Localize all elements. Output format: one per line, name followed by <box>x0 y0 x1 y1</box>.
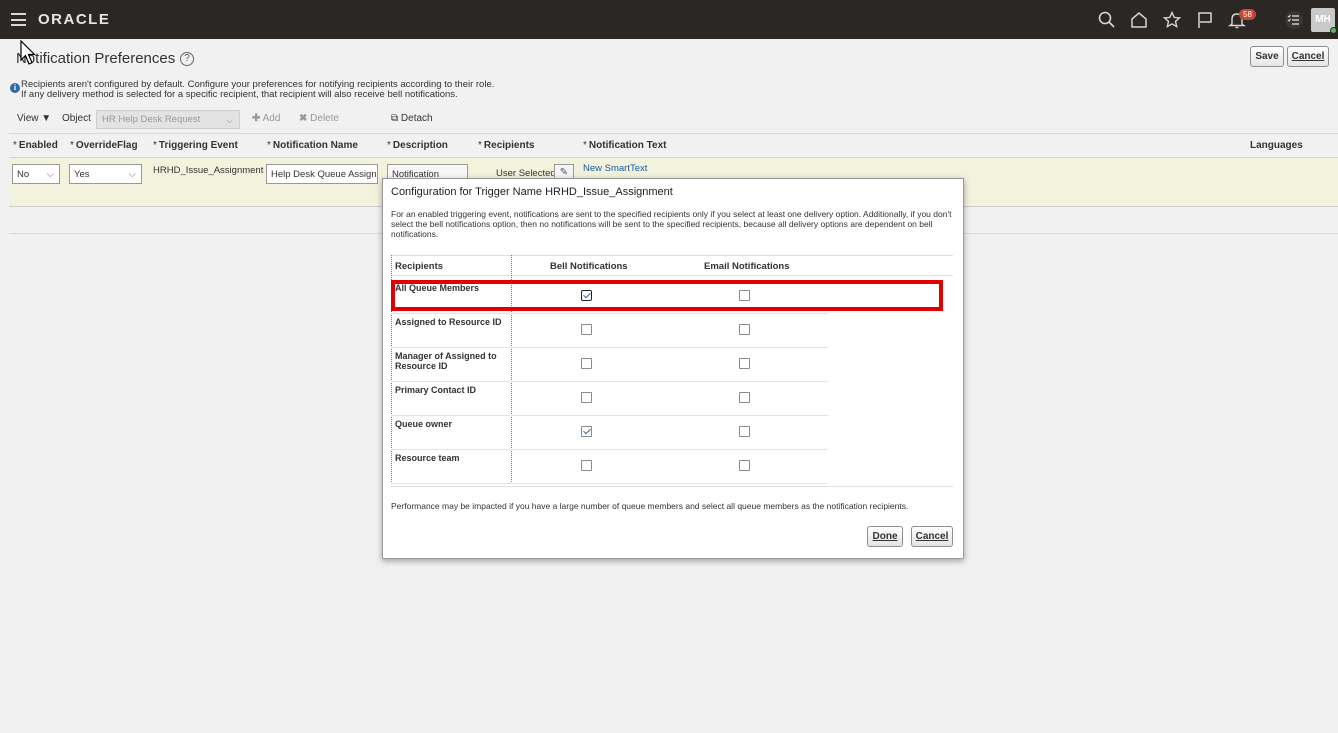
add-button-label: Add <box>262 113 281 124</box>
object-select[interactable]: HR Help Desk Request ⌵ <box>96 110 240 129</box>
email-checkbox-assigned-to-resource-id[interactable] <box>739 324 750 335</box>
col-header-bell-notifications: Bell Notifications <box>550 261 628 272</box>
override-flag-select-value: Yes <box>74 169 90 180</box>
hamburger-menu-icon[interactable] <box>11 13 26 26</box>
task-list-icon[interactable] <box>1284 10 1304 30</box>
col-header-email-notifications: Email Notifications <box>704 261 790 272</box>
mouse-pointer-icon <box>20 40 36 65</box>
delete-x-icon: ✖ <box>299 113 308 124</box>
col-header-description-text: Description <box>392 140 448 151</box>
detach-button[interactable]: ⧉ Detach <box>391 113 433 124</box>
col-header-notification-text: * Notification Text <box>583 140 667 151</box>
email-checkbox-primary-contact-id[interactable] <box>739 392 750 403</box>
col-header-notification-name: * Notification Name <box>267 140 358 151</box>
email-checkbox-queue-owner[interactable] <box>739 426 750 437</box>
col-header-recipients-text: Recipients <box>483 140 535 151</box>
notification-name-input[interactable]: Help Desk Queue Assignm <box>266 164 378 184</box>
search-icon[interactable] <box>1097 10 1117 30</box>
object-select-value: HR Help Desk Request <box>102 114 201 125</box>
col-header-recipients-dialog: Recipients <box>395 261 444 272</box>
detach-button-label: Detach <box>400 113 433 124</box>
delete-button-label: Delete <box>310 113 340 124</box>
triggering-event-value: HRHD_Issue_Assignment <box>153 165 264 176</box>
detach-icon: ⧉ <box>391 113 399 124</box>
caret-down-icon: ▼ <box>41 113 52 124</box>
cancel-button[interactable]: Cancel <box>1287 46 1329 67</box>
trigger-configuration-dialog: Configuration for Trigger Name HRHD_Issu… <box>382 178 964 559</box>
col-header-languages: Languages <box>1250 140 1303 151</box>
avatar-initials: MH <box>1315 14 1331 25</box>
recipient-name: Manager of Assigned to Resource ID <box>395 351 497 371</box>
chevron-down-icon: ⌵ <box>226 115 233 125</box>
col-header-enabled-text: Enabled <box>18 140 58 151</box>
override-flag-select[interactable]: Yes ⌵ <box>69 164 142 184</box>
add-button[interactable]: ✚ Add <box>252 113 280 124</box>
info-text-line-2: If any delivery method is selected for a… <box>21 89 458 100</box>
view-menu[interactable]: View ▼ <box>17 113 51 124</box>
dialog-footer-divider <box>391 486 953 487</box>
col-header-recipients: * Recipients <box>478 140 535 151</box>
col-header-override-flag-text: OverrideFlag <box>75 140 138 151</box>
user-avatar[interactable]: MH <box>1311 8 1337 34</box>
dialog-description: For an enabled triggering event, notific… <box>391 209 952 239</box>
col-header-notification-text-text: Notification Text <box>588 140 667 151</box>
col-header-triggering-event-text: Triggering Event <box>158 140 238 151</box>
page-title: Notification Preferences <box>16 50 176 67</box>
flag-icon[interactable] <box>1195 10 1215 30</box>
dialog-cancel-button[interactable]: Cancel <box>911 526 953 547</box>
favorites-star-icon[interactable] <box>1162 10 1182 30</box>
notification-count-badge: 58 <box>1239 9 1256 20</box>
email-checkbox-manager-of-assigned[interactable] <box>739 358 750 369</box>
notification-text-link[interactable]: New SmartText <box>583 163 647 174</box>
delete-button[interactable]: ✖ Delete <box>299 113 339 124</box>
recipient-name: Primary Contact ID <box>395 385 477 395</box>
done-button[interactable]: Done <box>867 526 903 547</box>
col-header-notification-name-text: Notification Name <box>272 140 358 151</box>
home-icon[interactable] <box>1129 10 1149 30</box>
bell-checkbox-primary-contact-id[interactable] <box>581 392 592 403</box>
recipients-grid-header <box>391 255 953 276</box>
recipient-name: Queue owner <box>395 419 453 429</box>
view-menu-label: View <box>17 113 39 124</box>
dialog-title: Configuration for Trigger Name HRHD_Issu… <box>391 186 673 198</box>
bell-checkbox-queue-owner[interactable] <box>581 426 592 437</box>
col-header-override-flag: * OverrideFlag <box>70 140 138 151</box>
info-icon: i <box>10 83 20 93</box>
col-header-enabled: * Enabled <box>13 140 58 151</box>
bell-checkbox-manager-of-assigned[interactable] <box>581 358 592 369</box>
enabled-select-value: No <box>17 169 30 180</box>
online-status-dot <box>1330 27 1337 34</box>
bell-checkbox-assigned-to-resource-id[interactable] <box>581 324 592 335</box>
oracle-logo[interactable]: ORACLE <box>38 11 110 28</box>
chevron-down-icon: ⌵ <box>128 169 136 180</box>
performance-note: Performance may be impacted if you have … <box>391 501 909 511</box>
save-button[interactable]: Save <box>1250 46 1284 67</box>
enabled-select[interactable]: No ⌵ <box>12 164 60 184</box>
col-header-triggering-event: * Triggering Event <box>153 140 238 151</box>
chevron-down-icon: ⌵ <box>46 169 54 180</box>
object-label: Object <box>62 113 91 124</box>
recipient-name: Resource team <box>395 453 460 463</box>
highlight-box-all-queue-members <box>391 280 943 311</box>
help-icon[interactable]: ? <box>180 52 194 66</box>
bell-checkbox-resource-team[interactable] <box>581 460 592 471</box>
recipient-name: Assigned to Resource ID <box>395 317 502 327</box>
email-checkbox-resource-team[interactable] <box>739 460 750 471</box>
plus-icon: ✚ <box>252 113 261 124</box>
top-bar: ORACLE 58 MH <box>0 0 1338 39</box>
col-header-description: * Description <box>387 140 448 151</box>
